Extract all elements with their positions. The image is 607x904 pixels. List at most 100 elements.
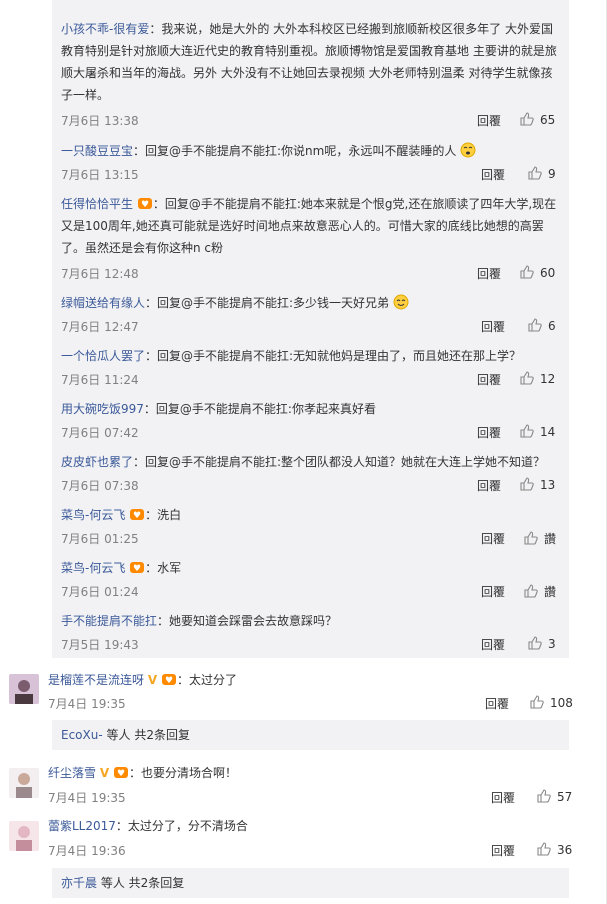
fan-badge-icon: ♥ bbox=[130, 562, 145, 574]
timestamp: 7月4日 19:36 bbox=[48, 844, 126, 858]
comment-text: ：也要分清场合啊！ bbox=[128, 766, 237, 780]
reply-button[interactable]: 回覆 bbox=[485, 695, 509, 712]
reply-text: ：回复@手不能提肩不能扛:无知就他妈是理由了，而且她还在那上学？ bbox=[145, 349, 522, 363]
thumb-up-icon bbox=[520, 424, 534, 438]
timestamp: 7月5日 19:43 bbox=[61, 638, 139, 652]
reply-text: ：回复@手不能提肩不能扛:你孝起来真好看 bbox=[143, 402, 376, 416]
username-link[interactable]: 小孩不乖-很有爱 bbox=[61, 22, 149, 36]
username-link[interactable]: 是榴莲不是流连呀 bbox=[48, 673, 144, 687]
thumb-up-icon bbox=[528, 318, 542, 332]
reply-item: 一个恰瓜人罢了：回复@手不能提肩不能扛:无知就他妈是理由了，而且她还在那上学？ bbox=[61, 345, 561, 367]
more-replies-link[interactable]: EcoXu- 等人 共2条回复 bbox=[52, 720, 569, 750]
username-link[interactable]: 一个恰瓜人罢了 bbox=[61, 349, 145, 363]
username-link[interactable]: 用大碗吃饭997 bbox=[61, 402, 144, 416]
reply-button[interactable]: 回覆 bbox=[477, 371, 501, 388]
like-count: 108 bbox=[550, 696, 573, 710]
like-button[interactable]: 14 bbox=[520, 424, 555, 439]
like-button[interactable]: 讚 bbox=[524, 583, 556, 600]
reply-button[interactable]: 回覆 bbox=[481, 530, 505, 547]
username-link[interactable]: 菜鸟-何云飞 bbox=[61, 561, 125, 575]
reply-text: ：回复@手不能提肩不能扛:你说nm呢，永远叫不醒装睡的人 bbox=[133, 144, 457, 158]
like-count: 6 bbox=[548, 319, 556, 333]
timestamp: 7月4日 19:35 bbox=[48, 697, 126, 711]
reply-item: 皮皮虾也累了：回复@手不能提肩不能扛:整个团队都没人知道？她就在大连上学她不知道… bbox=[61, 451, 561, 473]
like-label: 讚 bbox=[544, 532, 557, 546]
comment-page: { "replies": [ { "name": "小孩不乖-很有爱", "te… bbox=[0, 0, 607, 904]
reply-button[interactable]: 回覆 bbox=[477, 477, 501, 494]
reply-button[interactable]: 回覆 bbox=[491, 789, 515, 806]
vip-v-icon: V bbox=[147, 673, 158, 687]
username-link[interactable]: 纤尘落雪 bbox=[48, 766, 96, 780]
reply-button[interactable]: 回覆 bbox=[481, 318, 505, 335]
reply-item: 菜鸟-何云飞 ♥ ：水军 bbox=[61, 557, 561, 579]
svg-text:♥: ♥ bbox=[133, 564, 141, 574]
timestamp: 7月4日 19:35 bbox=[48, 791, 126, 805]
username-link[interactable]: 一只酸豆豆宝 bbox=[61, 144, 133, 158]
svg-text:♥: ♥ bbox=[141, 200, 149, 210]
thumb-up-icon bbox=[537, 789, 551, 803]
like-button[interactable]: 6 bbox=[528, 318, 556, 333]
reply-button[interactable]: 回覆 bbox=[481, 166, 505, 183]
comment-item: 纤尘落雪 V ♥ ：也要分清场合啊！ bbox=[48, 762, 548, 784]
avatar[interactable] bbox=[9, 821, 39, 851]
like-button[interactable]: 13 bbox=[520, 477, 555, 492]
timestamp: 7月6日 12:48 bbox=[61, 267, 139, 281]
thumb-up-icon bbox=[520, 371, 534, 385]
reply-text: ：回复@手不能提肩不能扛:整个团队都没人知道？她就在大连上学她不知道？ bbox=[133, 455, 546, 469]
comment-item: 是榴莲不是流连呀 V ♥ ：太过分了 bbox=[48, 669, 548, 691]
reply-button[interactable]: 回覆 bbox=[491, 842, 515, 859]
like-count: 3 bbox=[548, 637, 556, 651]
reply-button[interactable]: 回覆 bbox=[481, 583, 505, 600]
emoji-icon bbox=[393, 294, 409, 310]
username-link[interactable]: 绿帽送给有缘人 bbox=[61, 296, 145, 310]
timestamp: 7月6日 01:25 bbox=[61, 532, 139, 546]
thumb-up-icon bbox=[530, 695, 544, 709]
username-link[interactable]: 蕾紫LL2017 bbox=[48, 819, 116, 833]
like-button[interactable]: 108 bbox=[530, 695, 573, 710]
reply-button[interactable]: 回覆 bbox=[481, 636, 505, 653]
like-button[interactable]: 9 bbox=[528, 166, 556, 181]
comment-text: ：太过分了 bbox=[176, 673, 237, 687]
thumb-up-icon bbox=[528, 636, 542, 650]
timestamp: 7月6日 01:24 bbox=[61, 585, 139, 599]
like-button[interactable]: 60 bbox=[520, 265, 555, 280]
avatar[interactable] bbox=[9, 674, 39, 704]
reply-button[interactable]: 回覆 bbox=[477, 424, 501, 441]
reply-text: ：水军 bbox=[145, 561, 182, 575]
thumb-up-icon bbox=[524, 531, 538, 545]
svg-text:♥: ♥ bbox=[117, 769, 125, 779]
timestamp: 7月6日 11:24 bbox=[61, 373, 139, 387]
like-count: 60 bbox=[540, 266, 556, 280]
reply-button[interactable]: 回覆 bbox=[477, 112, 501, 129]
more-replies-user: EcoXu- bbox=[61, 728, 103, 742]
thumb-up-icon bbox=[520, 112, 534, 126]
reply-item: 手不能提肩不能扛：她要知道会踩雷会去故意踩吗？ bbox=[61, 610, 561, 632]
fan-badge-icon: ♥ bbox=[130, 509, 145, 521]
avatar[interactable] bbox=[9, 768, 39, 798]
like-count: 65 bbox=[540, 113, 556, 127]
thumb-up-icon bbox=[537, 842, 551, 856]
like-count: 57 bbox=[557, 790, 573, 804]
username-link[interactable]: 任得恰恰平生 bbox=[61, 197, 133, 211]
timestamp: 7月6日 13:38 bbox=[61, 114, 139, 128]
svg-text:♥: ♥ bbox=[165, 676, 173, 686]
comment-text: ：太过分了，分不清场合 bbox=[115, 819, 248, 833]
timestamp: 7月6日 12:47 bbox=[61, 320, 139, 334]
like-button[interactable]: 65 bbox=[520, 112, 555, 127]
more-replies-link[interactable]: 亦千晨 等人 共2条回复 bbox=[52, 868, 569, 898]
like-button[interactable]: 讚 bbox=[524, 530, 556, 547]
like-button[interactable]: 57 bbox=[537, 789, 572, 804]
timestamp: 7月6日 07:38 bbox=[61, 479, 139, 493]
like-button[interactable]: 36 bbox=[537, 842, 572, 857]
username-link[interactable]: 菜鸟-何云飞 bbox=[61, 508, 125, 522]
like-button[interactable]: 12 bbox=[520, 371, 555, 386]
reply-item: 绿帽送给有缘人：回复@手不能提肩不能扛:多少钱一天好兄弟 bbox=[61, 292, 561, 314]
username-link[interactable]: 手不能提肩不能扛 bbox=[61, 614, 157, 628]
like-button[interactable]: 3 bbox=[528, 636, 556, 651]
username-link[interactable]: 皮皮虾也累了 bbox=[61, 455, 133, 469]
vip-v-icon: V bbox=[99, 766, 110, 780]
reply-button[interactable]: 回覆 bbox=[477, 265, 501, 282]
fan-badge-icon: ♥ bbox=[113, 767, 128, 779]
reply-item: 用大碗吃饭997：回复@手不能提肩不能扛:你孝起来真好看 bbox=[61, 398, 561, 420]
more-replies-text: 等人 共2条回复 bbox=[97, 876, 185, 890]
